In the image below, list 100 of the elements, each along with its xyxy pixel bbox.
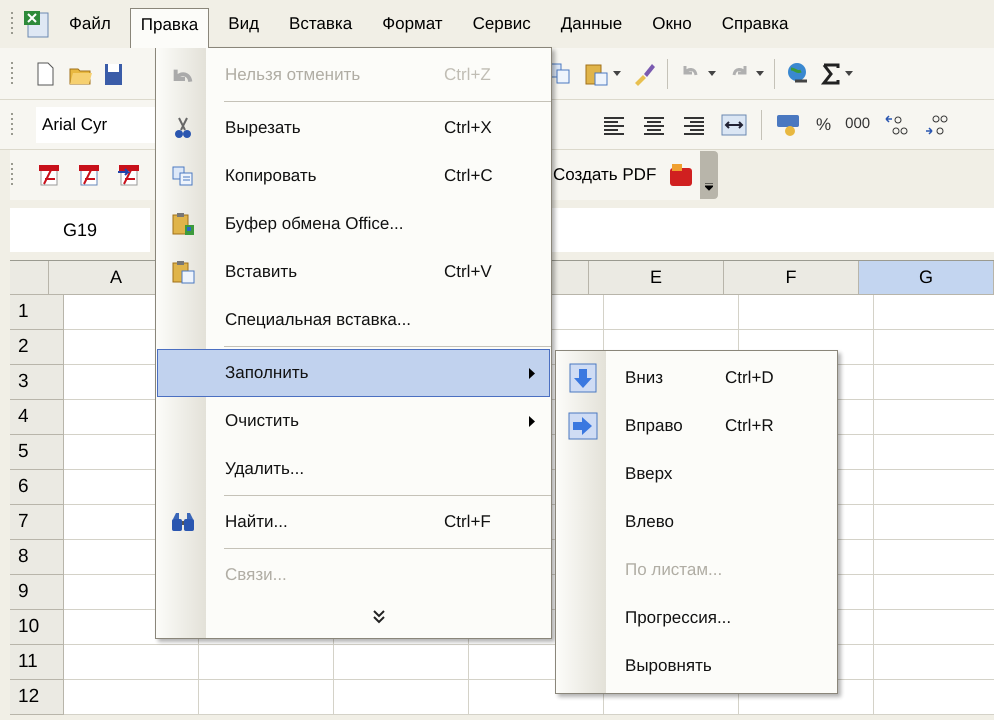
- column-header[interactable]: F: [724, 261, 859, 295]
- shortcut-label: Ctrl+R: [725, 415, 775, 438]
- menu-item-label: Вставить: [225, 261, 298, 284]
- menu-item-label: Вниз: [625, 367, 664, 390]
- menu-item-label: Специальная вставка...: [225, 309, 412, 332]
- row-header[interactable]: 3: [10, 365, 64, 400]
- menu-bar-item[interactable]: Окно: [641, 8, 703, 48]
- binoculars-icon: [170, 511, 196, 533]
- menu-bar-item[interactable]: Правка: [130, 8, 210, 48]
- row-header[interactable]: 11: [10, 645, 64, 680]
- menu-item[interactable]: Найти... Ctrl+F: [157, 498, 550, 546]
- toolbar-grip-icon[interactable]: [10, 11, 14, 37]
- cell[interactable]: [334, 680, 469, 715]
- cell[interactable]: [199, 645, 334, 680]
- menu-item-label: По листам...: [625, 559, 722, 582]
- menu-item-label: Вправо: [625, 415, 683, 438]
- copy-icon: [171, 165, 195, 187]
- toolbar-grip-icon[interactable]: [10, 112, 14, 138]
- row-header[interactable]: 10: [10, 610, 64, 645]
- menu-item-label: Прогрессия...: [625, 607, 732, 630]
- percent-style-button[interactable]: %: [816, 112, 832, 138]
- menu-item[interactable]: Вправо Ctrl+R: [557, 402, 836, 450]
- cell[interactable]: [739, 295, 874, 330]
- cell[interactable]: [64, 645, 199, 680]
- pdf-document-icon[interactable]: [116, 162, 142, 188]
- menu-item-label: Связи...: [225, 564, 287, 586]
- menu-item-label: Буфер обмена Office...: [225, 213, 404, 236]
- submenu-arrow-icon: [529, 416, 535, 426]
- menu-item[interactable]: Удалить...: [157, 445, 550, 493]
- pdf-document-icon[interactable]: [76, 162, 102, 188]
- shortcut-label: Ctrl+Z: [444, 64, 492, 86]
- menu-item[interactable]: Выровнять: [557, 642, 836, 690]
- caret-icon[interactable]: [708, 70, 716, 76]
- cell[interactable]: [604, 295, 739, 330]
- menu-item-label: Влево: [625, 511, 674, 534]
- menu-item[interactable]: Влево: [557, 498, 836, 546]
- menu-item[interactable]: Заполнить: [157, 349, 550, 397]
- shortcut-label: Ctrl+D: [725, 367, 775, 390]
- menu-bar-item[interactable]: Вид: [217, 8, 270, 48]
- sigma-icon[interactable]: [821, 60, 841, 86]
- arrow-down-icon: [569, 363, 597, 393]
- menu-item-label: Найти...: [225, 511, 288, 534]
- menu-item[interactable]: Очистить: [157, 397, 550, 445]
- cell[interactable]: [64, 680, 199, 715]
- caret-icon[interactable]: [845, 70, 853, 76]
- caret-icon[interactable]: [613, 70, 621, 76]
- menu-item[interactable]: Вниз Ctrl+D: [557, 354, 836, 402]
- column-header[interactable]: E: [589, 261, 724, 295]
- menu-item-label: Копировать: [225, 165, 317, 188]
- merge-cells-icon[interactable]: [721, 112, 747, 138]
- toolbar-options-tab[interactable]: [700, 151, 718, 199]
- menu-bar-item[interactable]: Файл: [58, 8, 122, 48]
- row-header[interactable]: 12: [10, 680, 64, 715]
- shortcut-label: Ctrl+V: [444, 261, 493, 284]
- toolbar-grip-icon[interactable]: [10, 162, 14, 188]
- arrow-right-icon: [568, 412, 598, 440]
- menu-item-label: Очистить: [225, 410, 300, 432]
- pdf-badge-icon[interactable]: [668, 162, 694, 188]
- menu-item-label: Вырезать: [225, 117, 301, 140]
- thousands-separator-button[interactable]: 000: [845, 113, 870, 136]
- column-header[interactable]: G: [859, 261, 994, 295]
- paste-icon: [170, 259, 196, 285]
- menu-bar-item[interactable]: Формат: [371, 8, 454, 48]
- caret-icon[interactable]: [756, 70, 764, 76]
- menu-item-label: Нельзя отменить: [225, 64, 360, 86]
- menu-item-label: Удалить...: [225, 458, 304, 480]
- menu-item[interactable]: Копировать Ctrl+C: [157, 152, 550, 200]
- row-header[interactable]: 6: [10, 470, 64, 505]
- row-header[interactable]: 2: [10, 330, 64, 365]
- menu-bar-item[interactable]: Сервис: [462, 8, 542, 48]
- menu-item[interactable]: Прогрессия...: [557, 594, 836, 642]
- clipboard-icon: [170, 211, 196, 237]
- menu-item-label: Вверх: [625, 463, 672, 486]
- undo-icon: [173, 67, 193, 83]
- shortcut-label: Ctrl+F: [444, 511, 492, 534]
- chevron-double-down-icon[interactable]: [372, 610, 384, 624]
- menu-item[interactable]: Специальная вставка...: [157, 296, 550, 344]
- menu-bar-item[interactable]: Справка: [710, 8, 800, 48]
- overflow-arrow-icon[interactable]: [705, 183, 714, 191]
- scissors-icon: [172, 116, 194, 140]
- row-header[interactable]: 8: [10, 540, 64, 575]
- shortcut-label: Ctrl+C: [444, 165, 494, 188]
- row-header[interactable]: 7: [10, 505, 64, 540]
- submenu-arrow-icon: [529, 368, 535, 378]
- menu-bar-item[interactable]: Данные: [550, 8, 634, 48]
- cell[interactable]: [334, 645, 469, 680]
- shortcut-label: Ctrl+X: [444, 117, 493, 140]
- name-box[interactable]: G19: [10, 208, 150, 252]
- row-header[interactable]: 4: [10, 400, 64, 435]
- row-header[interactable]: 1: [10, 295, 64, 330]
- menu-item-label: Заполнить: [225, 362, 308, 384]
- menu-item[interactable]: Буфер обмена Office...: [157, 200, 550, 248]
- cell[interactable]: [199, 680, 334, 715]
- menu-bar-item[interactable]: Вставка: [278, 8, 364, 48]
- row-header[interactable]: 5: [10, 435, 64, 470]
- toolbar-grip-icon[interactable]: [10, 60, 14, 86]
- menu-item[interactable]: Вверх: [557, 450, 836, 498]
- row-header[interactable]: 9: [10, 575, 64, 610]
- menu-item-label: Выровнять: [625, 655, 712, 678]
- pdf-document-icon[interactable]: [36, 162, 62, 188]
